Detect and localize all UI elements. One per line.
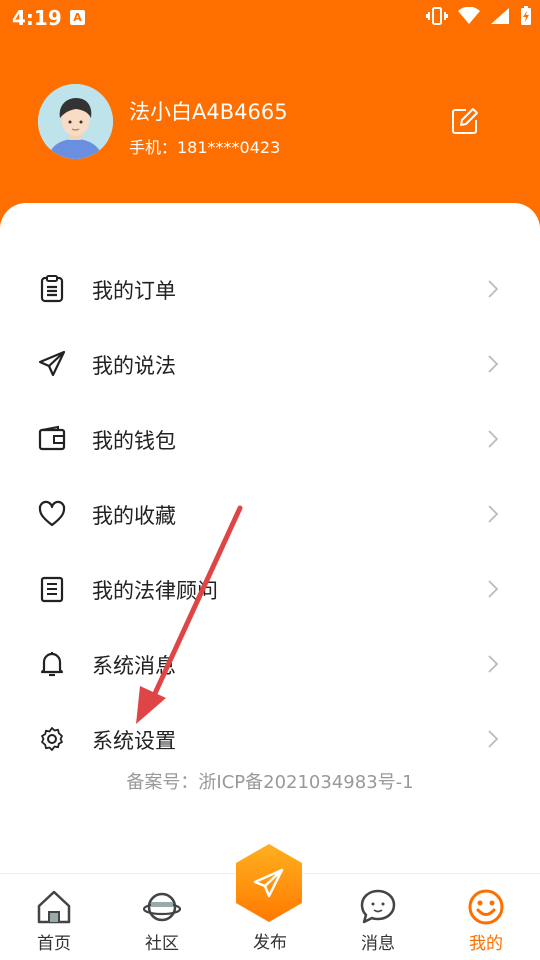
status-bar: 4:19 A [0,0,540,36]
chevron-right-icon [486,654,500,674]
edit-icon[interactable] [450,106,480,136]
signal-icon [490,7,510,25]
menu-item-sayings[interactable]: 我的说法 [0,326,540,401]
chevron-right-icon [486,729,500,749]
menu-item-system-messages[interactable]: 系统消息 [0,626,540,701]
vibrate-icon [426,6,448,26]
tab-label: 消息 [361,934,395,954]
menu-item-legal-advisor[interactable]: 我的法律顾问 [0,551,540,626]
tab-label-publish: 发布 [253,933,287,953]
tab-label: 我的 [469,934,503,954]
menu-item-favorites[interactable]: 我的收藏 [0,476,540,551]
icp-record: 备案号：浙ICP备2021034983号-1 [126,772,414,793]
menu-item-system-settings[interactable]: 系统设置 [0,701,540,776]
menu-item-label: 我的收藏 [92,504,176,528]
paper-plane-icon [38,350,66,378]
chevron-right-icon [486,504,500,524]
avatar[interactable] [38,84,113,159]
document-list-icon [38,575,66,603]
heart-icon [38,500,66,528]
tab-messages[interactable]: 消息 [324,874,432,960]
profile-section: 法小白A4B4665 手机：181****0423 [38,84,508,164]
notification-icon: A [70,10,85,25]
wifi-icon [458,7,480,25]
username: 法小白A4B4665 [129,100,288,124]
tab-label: 首页 [37,934,71,954]
chevron-right-icon [486,429,500,449]
menu-item-wallet[interactable]: 我的钱包 [0,401,540,476]
phone-number: 手机：181****0423 [129,138,281,157]
gear-icon [38,725,66,753]
wallet-icon [38,425,66,453]
tab-home[interactable]: 首页 [0,874,108,960]
chevron-right-icon [486,354,500,374]
home-icon [35,888,73,926]
status-time: 4:19 [12,6,62,30]
chat-bubble-icon [359,888,397,926]
tab-label: 社区 [145,934,179,954]
menu-item-label: 我的说法 [92,354,176,378]
menu-item-label: 我的钱包 [92,429,176,453]
menu-card: 我的订单 我的说法 我的钱包 我的收藏 我的法律顾问 系统消息 系统设置 备案号… [0,203,540,883]
publish-button[interactable] [232,842,306,924]
menu-item-label: 我的法律顾问 [92,579,218,603]
menu-item-orders[interactable]: 我的订单 [0,251,540,326]
battery-charging-icon [520,6,532,26]
chevron-right-icon [486,579,500,599]
menu-item-label: 我的订单 [92,279,176,303]
tab-me[interactable]: 我的 [432,874,540,960]
menu-list: 我的订单 我的说法 我的钱包 我的收藏 我的法律顾问 系统消息 系统设置 [0,251,540,776]
clipboard-icon [38,275,66,303]
tab-community[interactable]: 社区 [108,874,216,960]
menu-item-label: 系统消息 [92,654,176,678]
bell-icon [38,650,66,678]
planet-icon [142,888,182,926]
chevron-right-icon [486,279,500,299]
menu-item-label: 系统设置 [92,729,176,753]
smiley-icon [467,888,505,926]
